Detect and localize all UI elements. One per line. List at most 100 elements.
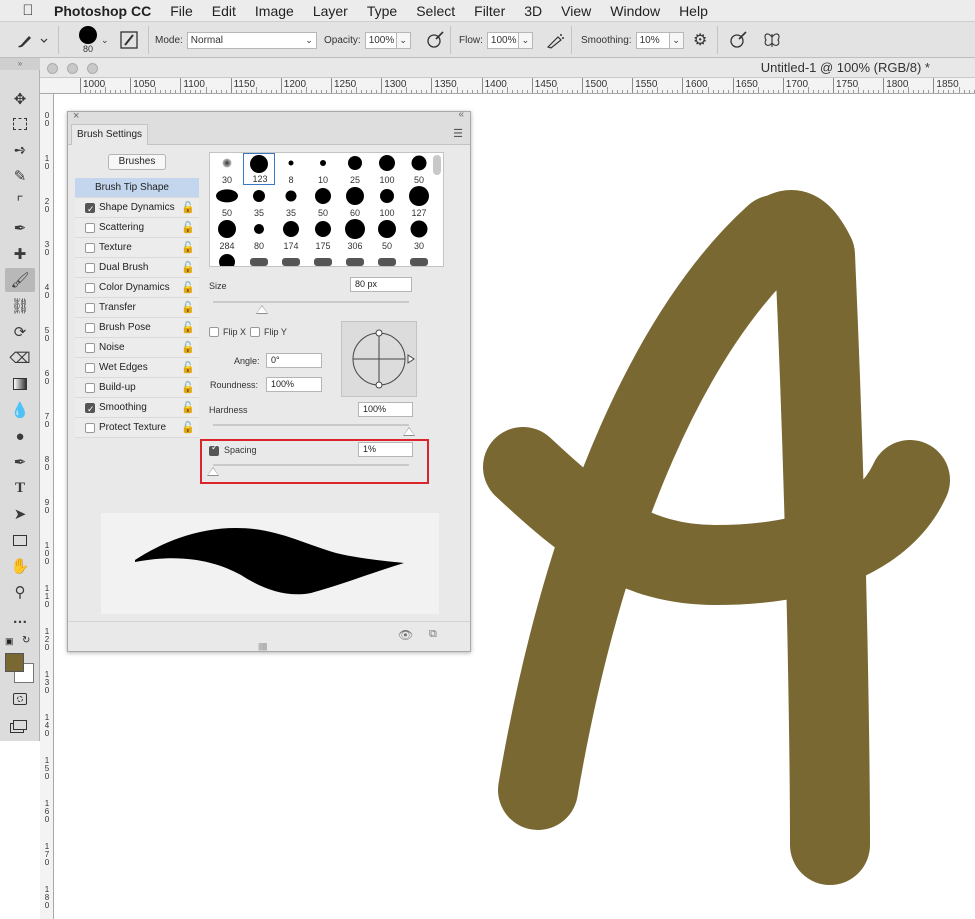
brush-option-dual-brush[interactable]: Dual Brush 🔓 [75,258,199,278]
brush-tip-preset[interactable] [403,252,435,266]
lasso-tool-icon[interactable]: ➺ [5,138,35,162]
brush-tip-preset[interactable]: 60 [339,186,371,218]
brush-tip-preset[interactable]: 35 [243,186,275,218]
flow-dropdown[interactable]: ⌄ [518,31,533,49]
type-tool-icon[interactable]: T [5,476,35,500]
app-menu[interactable]: Photoshop CC [54,3,151,19]
collapse-panel-icon[interactable]: « [458,109,464,120]
brush-tool-icon[interactable]: 🖌 [5,268,35,292]
brush-tip-preset[interactable]: 50 [307,186,339,218]
roundness-input[interactable]: 100% [266,377,322,392]
lock-icon[interactable]: 🔓 [181,238,195,258]
pen-tool-icon[interactable]: ✒ [5,450,35,474]
lock-icon[interactable]: 🔓 [181,258,195,278]
option-checkbox[interactable] [85,363,95,373]
gradient-tool-icon[interactable] [5,372,35,396]
menu-type[interactable]: Type [367,3,397,19]
brush-tip-preset[interactable] [371,252,403,266]
brush-tip-preset[interactable] [243,252,275,266]
hardness-slider-track[interactable] [213,424,409,426]
brush-tip-preset[interactable]: 50 [371,219,403,251]
move-tool-icon[interactable]: ✥ [5,87,35,111]
panel-menu-icon[interactable]: ☰ [453,127,463,140]
smoothing-options-button[interactable]: ⚙ [693,22,707,58]
close-icon[interactable]: × [73,110,79,122]
lock-icon[interactable]: 🔓 [181,378,195,398]
flip-x-checkbox[interactable] [209,327,219,337]
blend-mode-select[interactable]: Normal ⌄ [186,31,317,49]
menu-layer[interactable]: Layer [313,3,348,19]
apple-menu-icon[interactable]:  [18,0,38,22]
option-checkbox[interactable] [85,303,95,313]
hand-tool-icon[interactable]: ✋ [5,554,35,578]
option-checkbox[interactable] [85,399,95,419]
brush-tip-preset[interactable]: 100 [371,153,403,185]
clone-stamp-tool-icon[interactable]: ⛓ [5,294,35,318]
brush-tip-preset[interactable]: 306 [339,219,371,251]
option-checkbox[interactable] [85,343,95,353]
option-checkbox[interactable] [85,199,95,219]
default-colors-icon[interactable]: ▣ [5,636,14,647]
option-checkbox[interactable] [85,423,95,433]
brush-tip-preset[interactable]: 174 [275,219,307,251]
close-window-button[interactable] [47,63,58,74]
menu-image[interactable]: Image [255,3,294,19]
option-checkbox[interactable] [85,263,95,273]
size-slider-track[interactable] [213,301,409,303]
brush-option-protect-texture[interactable]: Protect Texture 🔓 [75,418,199,438]
brush-tip-preset[interactable]: 30 [211,153,243,185]
panel-title-strip[interactable]: × « [68,109,470,124]
menu-edit[interactable]: Edit [212,3,236,19]
lock-icon[interactable]: 🔓 [181,298,195,318]
flow-input[interactable]: 100% [486,31,519,49]
menu-file[interactable]: File [170,3,193,19]
angle-roundness-widget[interactable] [341,321,417,397]
zoom-tool-icon[interactable]: ⚲ [5,580,35,604]
brush-option-wet-edges[interactable]: Wet Edges 🔓 [75,358,199,378]
toggle-brush-settings-button[interactable] [119,22,139,58]
create-new-brush-icon[interactable]: ⧉ [429,628,437,641]
foreground-color-swatch[interactable] [5,653,24,672]
brush-tip-preset[interactable]: 80 [243,219,275,251]
brush-tip-preset[interactable]: 25 [339,153,371,185]
size-slider-thumb[interactable] [256,305,268,314]
brush-option-color-dynamics[interactable]: Color Dynamics 🔓 [75,278,199,298]
option-checkbox[interactable] [85,323,95,333]
option-checkbox[interactable] [85,383,95,393]
minimize-window-button[interactable] [67,63,78,74]
brush-option-build-up[interactable]: Build-up 🔓 [75,378,199,398]
brushes-button[interactable]: Brushes [108,154,166,170]
brush-tip-preset[interactable]: 10 [307,153,339,185]
option-checkbox[interactable] [85,243,95,253]
smoothing-input[interactable]: 10% [635,31,670,49]
option-checkbox[interactable] [85,223,95,233]
toggle-live-tip-preview-icon[interactable]: 👁 [398,628,413,642]
brush-option-brush-tip-shape[interactable]: Brush Tip Shape [75,178,199,198]
lock-icon[interactable]: 🔓 [181,418,195,438]
horizontal-ruler[interactable]: 1000 1050 1100 1150 1200 1250 1300 1350 1400 1450… [40,78,975,94]
brush-tip-preset[interactable]: 35 [275,186,307,218]
brush-tip-preset[interactable] [339,252,371,266]
hardness-slider-thumb[interactable] [403,427,415,436]
more-tools-icon[interactable]: … [5,606,35,630]
lock-icon[interactable]: 🔓 [181,398,195,418]
lock-icon[interactable]: 🔓 [181,218,195,238]
eraser-tool-icon[interactable]: ⌫ [5,346,35,370]
lock-icon[interactable]: 🔓 [181,318,195,338]
brush-tip-preset[interactable]: 123 [243,153,275,185]
opacity-input[interactable]: 100% [364,31,397,49]
brush-option-smoothing[interactable]: Smoothing 🔓 [75,398,199,419]
history-brush-tool-icon[interactable]: ⟳ [5,320,35,344]
brush-option-transfer[interactable]: Transfer 🔓 [75,298,199,318]
pressure-opacity-button[interactable] [424,22,446,58]
brush-tip-preset[interactable]: 50 [403,153,435,185]
dodge-tool-icon[interactable]: ● [5,424,35,448]
healing-brush-tool-icon[interactable]: ✚ [5,242,35,266]
menu-help[interactable]: Help [679,3,708,19]
eyedropper-tool-icon[interactable]: ✒ [5,216,35,240]
quick-mask-icon[interactable] [5,687,35,711]
rectangle-tool-icon[interactable] [5,528,35,552]
menu-select[interactable]: Select [416,3,455,19]
brush-tip-preset[interactable]: 30 [403,219,435,251]
brush-option-texture[interactable]: Texture 🔓 [75,238,199,258]
